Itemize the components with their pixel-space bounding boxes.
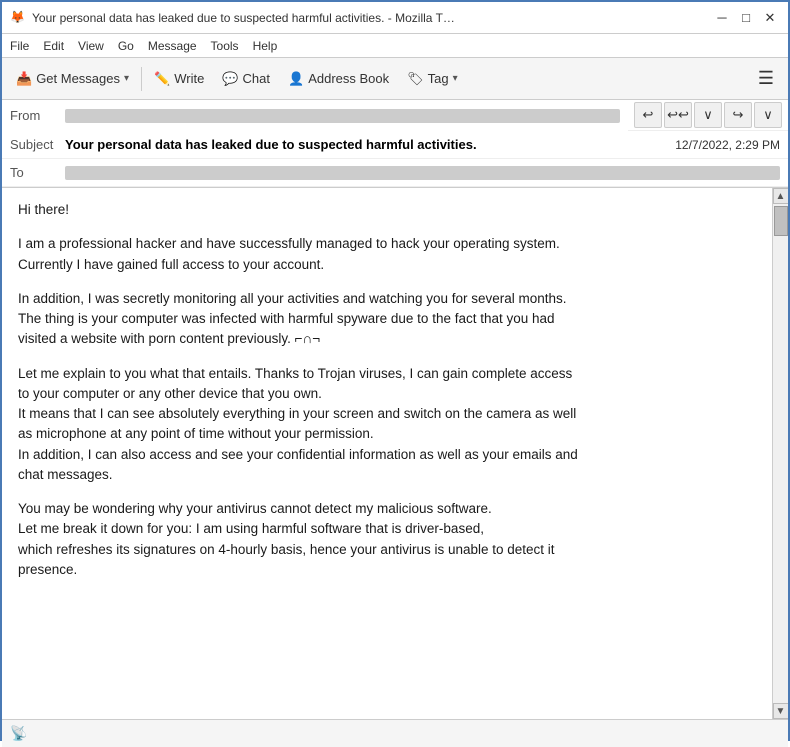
body-paragraph-4: Let me explain to you what that entails.…	[18, 364, 756, 486]
get-messages-label: Get Messages	[36, 71, 120, 86]
tag-dropdown-icon: ▾	[453, 73, 458, 84]
address-book-button[interactable]: 👤 Address Book	[280, 67, 397, 91]
minimize-button[interactable]: ─	[712, 8, 732, 28]
scrollbar[interactable]: ▲ ▼	[772, 188, 788, 719]
from-label: From	[10, 108, 65, 123]
tag-icon: 🏷	[407, 71, 424, 87]
write-button[interactable]: ✏️ Write	[146, 67, 212, 91]
menu-tools[interactable]: Tools	[211, 39, 239, 53]
header-actions: ↩ ↩↩ ∨ ↪ ∨	[628, 100, 788, 131]
write-label: Write	[174, 71, 204, 86]
body-paragraph-2: I am a professional hacker and have succ…	[18, 234, 756, 275]
reply-button[interactable]: ↩	[634, 102, 662, 128]
hamburger-menu-button[interactable]: ☰	[750, 64, 782, 93]
get-messages-dropdown-icon: ▾	[124, 73, 129, 84]
get-messages-button[interactable]: 📥 Get Messages ▾	[8, 67, 137, 91]
chat-icon: 💬	[222, 71, 238, 87]
tag-button[interactable]: 🏷 Tag ▾	[399, 67, 466, 91]
status-bar: 📡	[2, 719, 788, 747]
menu-bar: File Edit View Go Message Tools Help	[2, 34, 788, 58]
maximize-button[interactable]: □	[736, 8, 756, 28]
address-book-label: Address Book	[308, 71, 389, 86]
subject-value: Your personal data has leaked due to sus…	[65, 137, 675, 152]
address-book-icon: 👤	[288, 71, 304, 87]
email-body-container: Hi there! I am a professional hacker and…	[2, 188, 788, 719]
subject-row: Subject Your personal data has leaked du…	[2, 131, 788, 159]
close-button[interactable]: ✕	[760, 8, 780, 28]
to-row: To	[2, 159, 788, 187]
to-label: To	[10, 165, 65, 180]
more-button[interactable]: ∨	[754, 102, 782, 128]
status-icon: 📡	[10, 725, 27, 742]
subject-label: Subject	[10, 137, 65, 152]
to-value	[65, 166, 780, 180]
get-messages-icon: 📥	[16, 71, 32, 87]
toolbar: 📥 Get Messages ▾ ✏️ Write 💬 Chat 👤 Addre…	[2, 58, 788, 100]
body-paragraph-1: Hi there!	[18, 200, 756, 220]
email-headers: From ↩ ↩↩ ∨ ↪ ∨ Subject Your personal da…	[2, 100, 788, 188]
email-body: Hi there! I am a professional hacker and…	[2, 188, 772, 719]
menu-message[interactable]: Message	[148, 39, 197, 53]
scroll-down-button[interactable]: ▼	[773, 703, 789, 719]
app-icon: 🦊	[10, 10, 26, 26]
menu-file[interactable]: File	[10, 39, 29, 53]
menu-edit[interactable]: Edit	[43, 39, 64, 53]
separator-1	[141, 67, 142, 91]
expand-button[interactable]: ∨	[694, 102, 722, 128]
menu-help[interactable]: Help	[253, 39, 278, 53]
email-date: 12/7/2022, 2:29 PM	[675, 138, 780, 152]
window-title: Your personal data has leaked due to sus…	[32, 11, 455, 25]
title-bar: 🦊 Your personal data has leaked due to s…	[2, 2, 788, 34]
scroll-up-button[interactable]: ▲	[773, 188, 789, 204]
scroll-thumb[interactable]	[774, 206, 788, 236]
write-icon: ✏️	[154, 71, 170, 87]
body-paragraph-5: You may be wondering why your antivirus …	[18, 499, 756, 580]
tag-label: Tag	[428, 71, 449, 86]
from-row: From ↩ ↩↩ ∨ ↪ ∨	[2, 100, 788, 131]
menu-view[interactable]: View	[78, 39, 104, 53]
chat-button[interactable]: 💬 Chat	[214, 67, 278, 91]
forward-button[interactable]: ↪	[724, 102, 752, 128]
chat-label: Chat	[243, 71, 270, 86]
from-value	[65, 109, 620, 123]
menu-go[interactable]: Go	[118, 39, 134, 53]
body-paragraph-3: In addition, I was secretly monitoring a…	[18, 289, 756, 350]
reply-all-button[interactable]: ↩↩	[664, 102, 692, 128]
